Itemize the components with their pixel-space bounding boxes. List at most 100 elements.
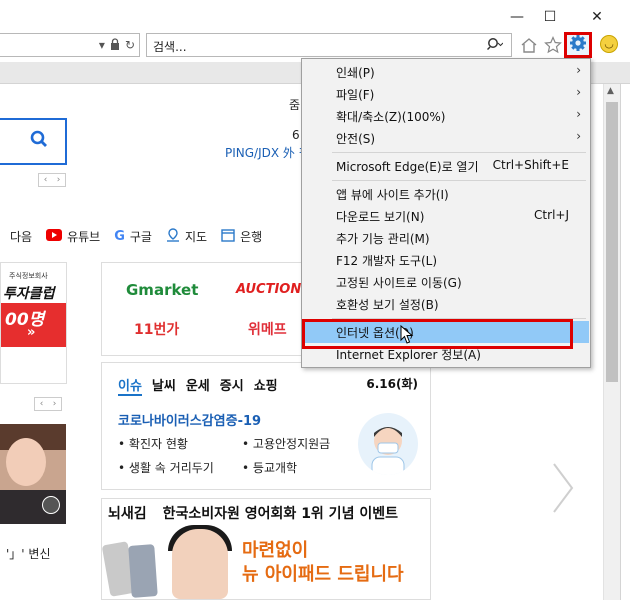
issue-bullet[interactable]: • 생활 속 거리두기: [118, 459, 214, 476]
ad2-header: 뇌새김 한국소비자원 영어회화 1위 기념 이벤트: [102, 503, 398, 523]
menu-label: 호환성 보기 설정(B): [336, 298, 439, 312]
nav-label: 다음: [10, 229, 33, 244]
menu-item-addons[interactable]: 추가 기능 관리(M): [303, 227, 589, 249]
pager-1[interactable]: ‹ ›: [38, 173, 66, 187]
bullet-text: 확진자 현황: [128, 437, 188, 451]
bullet-text: 고용안정지원금: [252, 437, 331, 451]
tab-fortune[interactable]: 운세: [186, 375, 210, 396]
english-ad-banner[interactable]: 뇌새김 한국소비자원 영어회화 1위 기념 이벤트 마련없이 뉴 아이패드 드립니…: [101, 498, 431, 600]
celebrity-photo[interactable]: [0, 424, 66, 524]
nav-item-google[interactable]: G 구글: [114, 228, 152, 245]
chevron-right-icon: ›: [576, 107, 581, 121]
address-field[interactable]: ▾ ↻: [0, 33, 140, 57]
menu-item-pinned-sites[interactable]: 고정된 사이트로 이동(G): [303, 271, 589, 293]
top-right-text-2: 6: [292, 128, 300, 142]
youtube-icon: [46, 228, 63, 244]
scroll-up-icon[interactable]: ▲: [607, 86, 614, 96]
menu-label: Microsoft Edge(E)로 열기: [336, 160, 479, 174]
menu-shortcut: Ctrl+Shift+E: [492, 158, 569, 172]
bullet-text: 생활 속 거리두기: [128, 461, 214, 475]
menu-item-safety[interactable]: 안전(S) ›: [303, 127, 589, 149]
menu-item-downloads[interactable]: 다운로드 보기(N) Ctrl+J: [303, 205, 589, 227]
prev-icon[interactable]: ‹: [44, 175, 48, 185]
menu-label: 확대/축소(Z)(100%): [336, 110, 446, 124]
menu-separator: [332, 180, 586, 181]
issue-bullet[interactable]: • 고용안정지원금: [242, 435, 330, 452]
wemakeprice-logo[interactable]: 위메프: [248, 319, 287, 339]
home-icon[interactable]: [518, 34, 540, 56]
internet-options-highlight-box: [302, 319, 573, 349]
auction-logo[interactable]: AUCTION.: [236, 282, 306, 297]
carousel-next-icon[interactable]: [550, 460, 576, 516]
search-icon[interactable]: [30, 130, 48, 148]
chevron-right-icon: ›: [576, 85, 581, 99]
next-icon[interactable]: ›: [53, 399, 57, 409]
nav-item-youtube[interactable]: 유튜브: [46, 228, 100, 245]
issue-headline[interactable]: 코로나바이러스감염증-19: [118, 410, 261, 429]
issue-panel: 이슈 날씨 운세 증시 쇼핑 6.16(화) 코로나바이러스감염증-19 • 확…: [101, 362, 431, 490]
ad-big-text: 투자클럽: [3, 286, 55, 302]
tab-issue[interactable]: 이슈: [118, 375, 142, 396]
menu-label: 고정된 사이트로 이동(G): [336, 276, 462, 290]
pager-2[interactable]: ‹ ›: [34, 397, 62, 411]
menu-item-app-view[interactable]: 앱 뷰에 사이트 추가(I): [303, 183, 589, 205]
11st-logo[interactable]: 11번가: [134, 319, 179, 339]
tools-button[interactable]: [564, 32, 592, 58]
portal-search-box[interactable]: [0, 118, 67, 165]
close-icon: ✕: [591, 9, 603, 25]
top-right-text-3[interactable]: PING/JDX 外 핑: [225, 144, 310, 161]
issue-bullet[interactable]: • 등교개학: [242, 459, 297, 476]
ad2-title: 한국소비자원 영어회화 1위 기념 이벤트: [162, 506, 398, 522]
next-icon[interactable]: ›: [57, 175, 61, 185]
menu-separator: [332, 152, 586, 153]
star-icon[interactable]: [542, 34, 564, 56]
menu-item-open-edge[interactable]: Microsoft Edge(E)로 열기 Ctrl+Shift+E: [303, 155, 589, 177]
tab-weather[interactable]: 날씨: [152, 375, 176, 396]
title-bar: — ☐ ✕: [0, 0, 630, 33]
maximize-button[interactable]: ☐: [535, 6, 565, 28]
tab-stock[interactable]: 증시: [220, 375, 244, 396]
menu-item-file[interactable]: 파일(F) ›: [303, 83, 589, 105]
menu-label: 파일(F): [336, 88, 375, 102]
mouse-cursor-icon: [400, 324, 414, 345]
model-face: [172, 529, 228, 599]
nav-label: 지도: [184, 229, 208, 244]
tab-shopping[interactable]: 쇼핑: [254, 375, 278, 396]
menu-label: 안전(S): [336, 132, 376, 146]
news-caption[interactable]: '」' 변신: [6, 545, 51, 562]
menu-item-zoom[interactable]: 확대/축소(Z)(100%) ›: [303, 105, 589, 127]
menu-item-compat-view[interactable]: 호환성 보기 설정(B): [303, 293, 589, 315]
doctor-illustration: [358, 413, 418, 475]
minimize-button[interactable]: —: [502, 6, 532, 28]
search-input[interactable]: 검색...: [146, 33, 512, 57]
issue-bullet[interactable]: • 확진자 현황: [118, 435, 188, 452]
menu-item-devtools[interactable]: F12 개발자 도구(L): [303, 249, 589, 271]
nav-item-bank[interactable]: 은행: [221, 228, 262, 245]
prev-icon[interactable]: ‹: [40, 399, 44, 409]
ad2-promo-line2: 뉴 아이패드 드립니다: [242, 564, 404, 585]
nav-label: 은행: [240, 229, 263, 244]
search-icon[interactable]: [486, 37, 504, 55]
nav-label: 구글: [129, 229, 152, 244]
vertical-scrollbar[interactable]: ▲: [603, 84, 620, 600]
nav-item-map[interactable]: 지도: [166, 227, 208, 245]
chevron-down-icon[interactable]: ▾: [99, 38, 105, 53]
ad2-promo: 마련없이 뉴 아이패드 드립니다: [242, 539, 404, 587]
gmarket-logo[interactable]: Gmarket: [126, 281, 198, 299]
nav-label: 유튜브: [67, 229, 101, 244]
refresh-icon[interactable]: ↻: [125, 38, 135, 53]
ad-red-block: 00명 »: [1, 303, 66, 347]
menu-item-print[interactable]: 인쇄(P) ›: [303, 61, 589, 83]
address-icons: ▾ ↻: [99, 38, 135, 53]
smiley-icon[interactable]: ◡: [600, 35, 618, 53]
chevron-right-icon: ›: [576, 63, 581, 77]
bullet-text: 등교개학: [252, 461, 298, 475]
menu-shortcut: Ctrl+J: [534, 208, 569, 222]
menu-label: 다운로드 보기(N): [336, 210, 425, 224]
scroll-thumb[interactable]: [606, 102, 618, 382]
nav-item-daum[interactable]: 다음: [10, 228, 32, 245]
close-button[interactable]: ✕: [582, 6, 612, 28]
lock-icon[interactable]: [110, 38, 120, 53]
menu-label: 추가 기능 관리(M): [336, 232, 430, 246]
left-ad-banner[interactable]: 주식정보회사 투자클럽 00명 »: [0, 262, 67, 384]
